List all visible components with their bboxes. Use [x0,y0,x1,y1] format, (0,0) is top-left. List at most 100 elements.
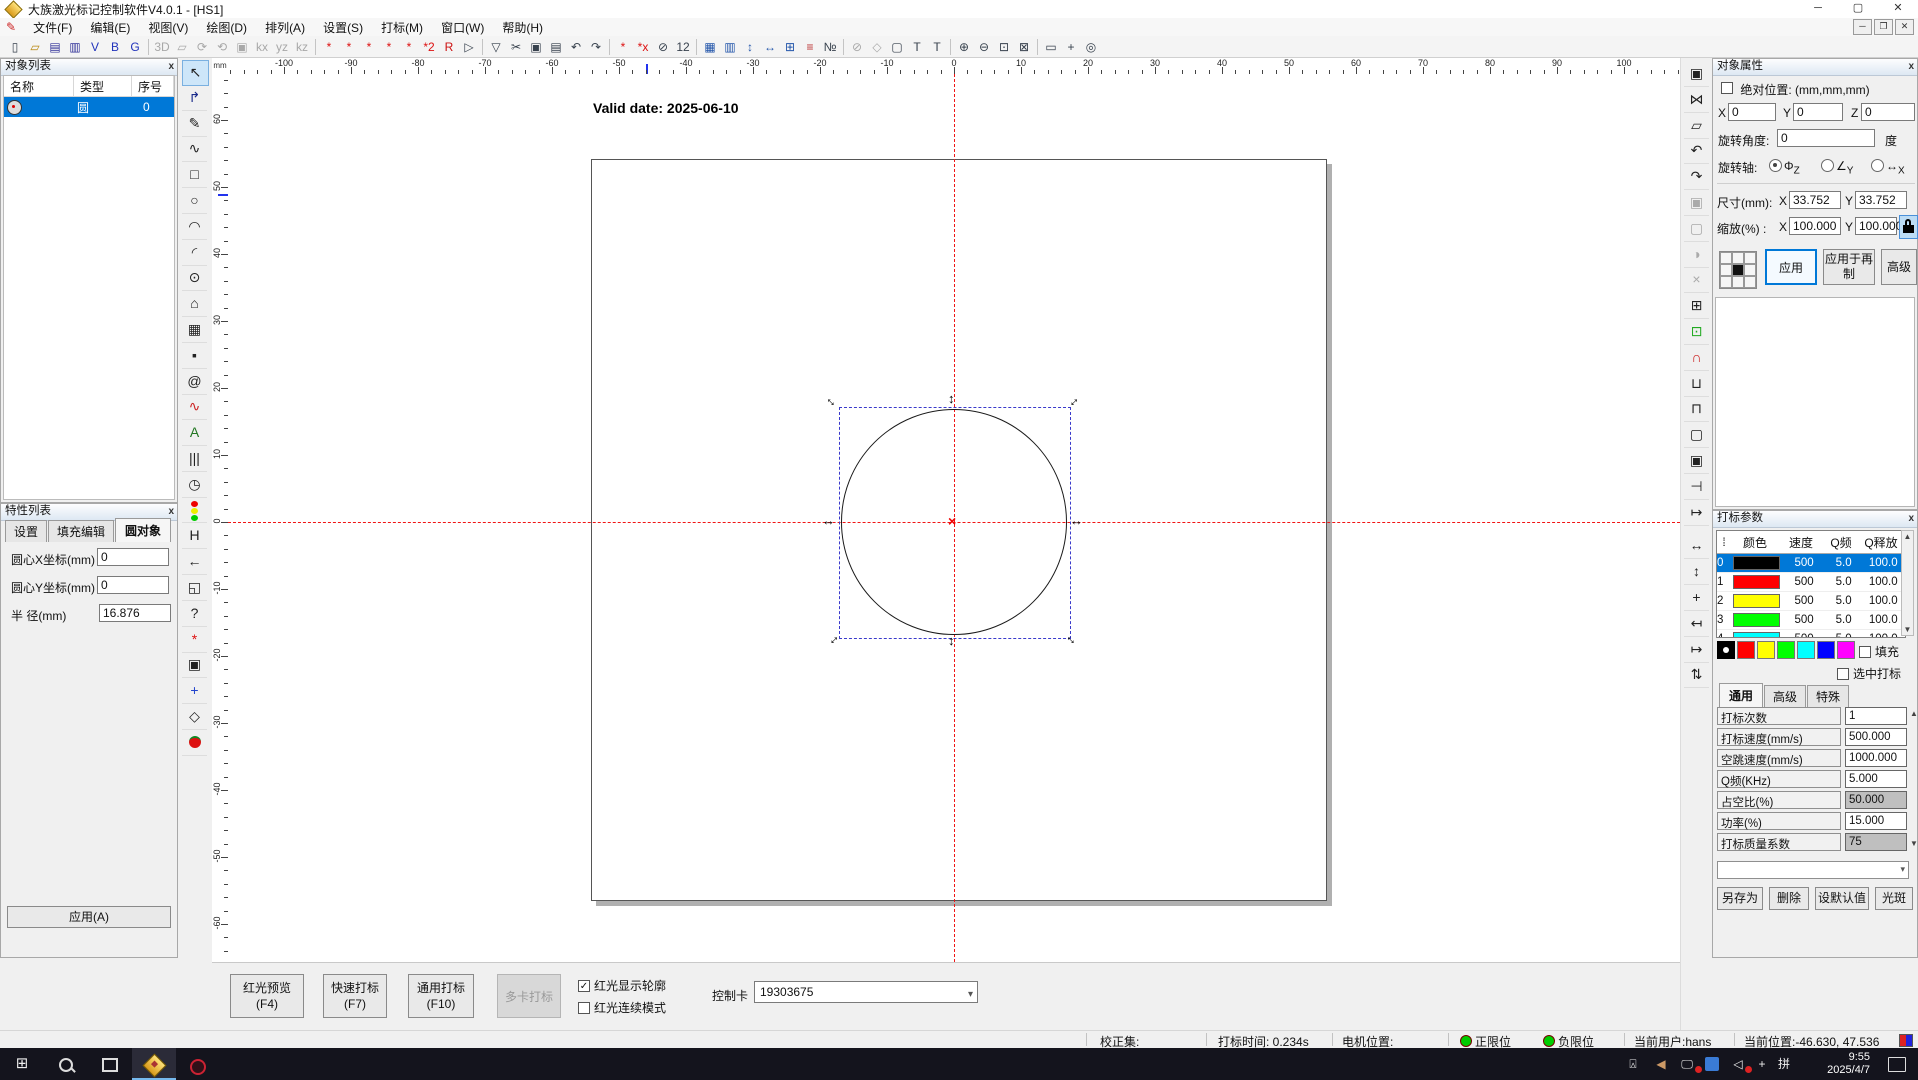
center-x-input[interactable]: 0 [97,548,169,566]
group-tool[interactable]: ▣ [1684,191,1709,216]
close-icon[interactable]: x [168,60,174,73]
rotate-angle-input[interactable]: 0 [1777,129,1875,147]
param-value-input[interactable]: 50.000 [1845,791,1907,809]
size-x-input[interactable]: 33.752 [1789,191,1841,209]
zoom-in-icon[interactable]: ⊕ [954,38,974,56]
anchor-grid[interactable] [1719,251,1757,289]
anchor-center[interactable] [1732,264,1744,276]
polygon-tool[interactable]: ⌂ [182,292,207,317]
apply-button[interactable]: 应用(A) [7,906,171,928]
network-tray-icon[interactable]: 🖵 [1674,1048,1700,1080]
ungroup-tool[interactable]: ▢ [1684,217,1709,242]
scale-x-input[interactable]: 100.000 [1789,217,1841,235]
selection-handle-e[interactable]: ↔ [1070,514,1083,527]
close-icon[interactable]: x [168,505,174,518]
taskbar-app-laser[interactable] [132,1048,176,1080]
menu-item[interactable]: 设置(S) [314,19,372,36]
axis-y-radio[interactable]: ∠Y [1821,159,1853,176]
palette-color[interactable] [1757,641,1775,659]
help-tool[interactable]: ? [182,602,207,627]
flip-horizontal-tool[interactable]: ⋈ [1684,88,1709,113]
new-file-icon[interactable]: ▯ [5,38,25,56]
text-tool[interactable]: A [182,421,207,446]
usb-tray-icon[interactable]: ⍓ [1620,1048,1646,1080]
param-table-row[interactable]: 45005.0100.0 [1717,630,1905,638]
apply-button[interactable]: 应用 [1765,249,1817,285]
array-grid-icon[interactable]: ▦ [700,38,720,56]
import-file-icon[interactable]: ▥ [65,38,85,56]
zoom-all-icon[interactable]: ◎ [1081,38,1101,56]
copy-shape-tool[interactable]: ▣ [1684,449,1709,474]
advanced-button[interactable]: 高级 [1881,249,1917,285]
blue-app-tray-icon[interactable] [1700,1048,1724,1080]
menu-item[interactable]: 绘图(D) [197,19,256,36]
menu-item[interactable]: 视图(V) [139,19,197,36]
zoom-rect-icon[interactable]: ⊡ [994,38,1014,56]
param-value-input[interactable]: 75 [1845,833,1907,851]
save-b-icon[interactable]: B [105,38,125,56]
absolute-position-checkbox[interactable] [1721,82,1733,94]
panel-split-icon[interactable]: ▥ [720,38,740,56]
tab-fill-edit[interactable]: 填充编辑 [48,520,114,542]
pos-x-input[interactable]: 0 [1728,103,1776,121]
mark-param-6-icon[interactable]: *2 [419,38,439,56]
general-mark-button[interactable]: 通用打标 (F10) [408,974,474,1018]
control-card-select[interactable]: 19303675 ▾ [754,981,978,1003]
color-group-tool[interactable]: ⊡ [1684,320,1709,345]
distribute-tool[interactable]: ⇅ [1684,663,1709,688]
speaker-tray-icon[interactable]: ◀ [1648,1048,1674,1080]
scale-y-input[interactable]: 100.000 [1855,217,1897,235]
arc-3pt-tool[interactable]: ◜ [182,241,207,266]
mdi-minimize-button[interactable]: ─ [1853,19,1872,35]
num-list-icon[interactable]: № [820,38,840,56]
param-value-input[interactable]: 500.000 [1845,728,1907,746]
laser-pointer-tool[interactable]: * [182,628,207,653]
red-light-preview-button[interactable]: 红光预览 (F4) [230,974,304,1018]
selection-handle-s[interactable]: ↕ [948,634,955,647]
arc-tool[interactable]: ◠ [182,215,207,240]
skew-tool[interactable]: ▱ [1684,114,1709,139]
spiral-tool[interactable]: @ [182,370,207,395]
point-tool[interactable]: ▪ [182,344,207,369]
delete-button[interactable]: 删除 [1769,887,1809,910]
center-y-input[interactable]: 0 [97,576,169,594]
tab-settings[interactable]: 设置 [5,520,47,542]
param-value-input[interactable]: 1000.000 [1845,749,1907,767]
param-value-input[interactable]: 5.000 [1845,770,1907,788]
text-slant-icon[interactable]: T [927,38,947,56]
eraser-icon[interactable]: ⊘ [653,38,673,56]
mark-selected-checkbox[interactable] [1837,668,1849,680]
apple-tool[interactable] [182,731,207,756]
menu-item[interactable]: 编辑(E) [81,19,139,36]
polyline-tool[interactable]: ∿ [182,137,207,162]
save-g-icon[interactable]: G [125,38,145,56]
ellipse-tool[interactable]: ○ [182,189,207,214]
redo-icon[interactable]: ↷ [586,38,606,56]
traffic-light-tool[interactable] [182,499,207,523]
size-y-input[interactable]: 33.752 [1855,191,1907,209]
mark-x-icon[interactable]: *x [633,38,653,56]
tab-special[interactable]: 特殊 [1807,685,1849,707]
dash-box-icon[interactable]: ▢ [887,38,907,56]
cut-icon[interactable]: ✂ [506,38,526,56]
tab-general[interactable]: 通用 [1719,683,1763,707]
axis-kx-icon[interactable]: kx [252,38,272,56]
menu-item[interactable]: 窗口(W) [432,19,493,36]
param-value-input[interactable]: 15.000 [1845,812,1907,830]
transform-box-icon[interactable]: ▱ [172,38,192,56]
palette-color[interactable] [1837,641,1855,659]
palette-color[interactable] [1777,641,1795,659]
quad-view-tool[interactable]: ⊞ [1684,294,1709,319]
mark-param-1-icon[interactable]: * [319,38,339,56]
taskbar-app-2[interactable] [176,1048,220,1080]
axis-yz-icon[interactable]: yz [272,38,292,56]
renumber-icon[interactable]: 12 [673,38,693,56]
paste-icon[interactable]: ▤ [546,38,566,56]
start-button[interactable]: ⊞ [0,1048,44,1080]
axis-kz-icon[interactable]: kz [292,38,312,56]
barcode-tool[interactable]: ||| [182,447,207,472]
laser-spot-button[interactable]: 光斑 [1875,887,1913,910]
reset-view-icon[interactable]: ▣ [232,38,252,56]
param-table-row[interactable]: 35005.0100.0 [1717,611,1905,630]
window-shrink-tool[interactable]: ◱ [182,576,207,601]
